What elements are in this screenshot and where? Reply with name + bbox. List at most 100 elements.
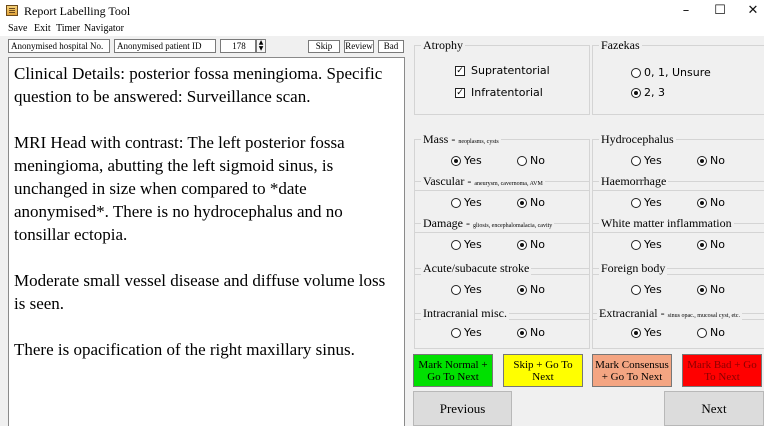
radio-icon (631, 284, 641, 295)
damage-sublabel: gliosis, encephalomalacia, cavity (472, 223, 553, 229)
checkbox-checked-icon: ✓ (455, 87, 465, 98)
fazekas-option-high[interactable]: 2, 3 (631, 86, 665, 99)
foreign-body-label: Foreign body (599, 261, 668, 276)
radio-icon (631, 155, 641, 166)
skip-button[interactable]: Skip (308, 40, 340, 53)
radio-selected-icon (697, 284, 707, 295)
skip-next-button[interactable]: Skip + Go To Next (503, 354, 583, 387)
stepper-down-icon[interactable]: ▼ (257, 46, 265, 52)
radio-selected-icon (631, 327, 641, 338)
radio-icon (451, 197, 461, 208)
close-button[interactable]: ✕ (733, 0, 764, 22)
radio-selected-icon (517, 239, 527, 250)
previous-button[interactable]: Previous (413, 391, 512, 426)
radio-selected-icon (517, 284, 527, 295)
vascular-yes-radio[interactable]: Yes (451, 196, 482, 209)
stroke-label: Acute/subacute stroke (421, 261, 532, 276)
intracranial-misc-no-radio[interactable]: No (517, 326, 545, 339)
no-label: No (530, 326, 545, 339)
yes-label: Yes (644, 238, 662, 251)
extracranial-no-radio[interactable]: No (697, 326, 725, 339)
menu-save[interactable]: Save (8, 22, 27, 36)
damage-yes-radio[interactable]: Yes (451, 238, 482, 251)
atrophy-label: Atrophy (421, 38, 465, 53)
yes-label: Yes (644, 154, 662, 167)
mass-sublabel: neoplasms, cysts (458, 139, 499, 145)
haemorrhage-no-radio[interactable]: No (697, 196, 725, 209)
hydrocephalus-no-radio[interactable]: No (697, 154, 725, 167)
yes-label: Yes (644, 326, 662, 339)
checkbox-checked-icon: ✓ (455, 65, 465, 76)
radio-selected-icon (697, 197, 707, 208)
radio-icon (631, 239, 641, 250)
patient-id-field[interactable]: Anonymised patient ID (114, 39, 216, 53)
radio-selected-icon (697, 239, 707, 250)
fazekas-option-label: 2, 3 (644, 86, 665, 99)
report-paragraph: MRI Head with contrast: The left posteri… (14, 133, 345, 244)
vascular-label: Vascular - (423, 174, 475, 188)
next-button[interactable]: Next (664, 391, 764, 426)
bad-button[interactable]: Bad (378, 40, 404, 53)
foreign-body-no-radio[interactable]: No (697, 283, 725, 296)
foreign-body-yes-radio[interactable]: Yes (631, 283, 662, 296)
mass-no-radio[interactable]: No (517, 154, 545, 167)
radio-icon (697, 327, 707, 338)
radio-icon (517, 155, 527, 166)
no-label: No (710, 283, 725, 296)
vascular-sublabel: aneurysm, cavernoma, AVM (474, 181, 543, 187)
stroke-yes-radio[interactable]: Yes (451, 283, 482, 296)
radio-icon (631, 197, 641, 208)
report-paragraph: There is opacification of the right maxi… (14, 340, 355, 359)
radio-selected-icon (697, 155, 707, 166)
radio-icon (451, 239, 461, 250)
intracranial-misc-group: Intracranial misc. Yes No (414, 306, 590, 349)
yes-label: Yes (464, 326, 482, 339)
wm-inflammation-no-radio[interactable]: No (697, 238, 725, 251)
yes-label: Yes (464, 283, 482, 296)
radio-icon (631, 67, 641, 78)
mark-consensus-next-button[interactable]: Mark Consensus + Go To Next (592, 354, 672, 387)
mark-bad-next-button[interactable]: Mark Bad + Go To Next (682, 354, 762, 387)
damage-no-radio[interactable]: No (517, 238, 545, 251)
intracranial-misc-yes-radio[interactable]: Yes (451, 326, 482, 339)
stroke-no-radio[interactable]: No (517, 283, 545, 296)
menu-navigator[interactable]: Navigator (84, 22, 124, 36)
yes-label: Yes (464, 154, 482, 167)
no-label: No (710, 238, 725, 251)
supratentorial-checkbox[interactable]: ✓ Supratentorial (455, 64, 550, 77)
vascular-no-radio[interactable]: No (517, 196, 545, 209)
mark-normal-next-button[interactable]: Mark Normal + Go To Next (413, 354, 493, 387)
report-text-area[interactable]: Clinical Details: posterior fossa mening… (8, 57, 405, 426)
no-label: No (710, 326, 725, 339)
title-bar: Report Labelling Tool – ☐ ✕ (0, 0, 764, 22)
supratentorial-label: Supratentorial (471, 64, 550, 77)
review-button[interactable]: Review (344, 40, 374, 53)
counter-stepper[interactable]: ▲ ▼ (256, 39, 266, 53)
no-label: No (530, 238, 545, 251)
infratentorial-checkbox[interactable]: ✓ Infratentorial (455, 86, 543, 99)
no-label: No (530, 154, 545, 167)
hydrocephalus-yes-radio[interactable]: Yes (631, 154, 662, 167)
window-title: Report Labelling Tool (24, 4, 131, 18)
hospital-number-field[interactable]: Anonymised hospital No. (8, 39, 110, 53)
radio-icon (451, 284, 461, 295)
menu-exit[interactable]: Exit (34, 22, 51, 36)
haemorrhage-label: Haemorrhage (599, 174, 669, 189)
extracranial-label: Extracranial - (599, 306, 668, 320)
no-label: No (530, 196, 545, 209)
radio-selected-icon (517, 327, 527, 338)
wm-inflammation-yes-radio[interactable]: Yes (631, 238, 662, 251)
mass-yes-radio[interactable]: Yes (451, 154, 482, 167)
white-matter-inflammation-label: White matter inflammation (599, 216, 734, 231)
haemorrhage-yes-radio[interactable]: Yes (631, 196, 662, 209)
app-icon (6, 5, 18, 16)
hydrocephalus-label: Hydrocephalus (599, 132, 676, 147)
yes-label: Yes (464, 196, 482, 209)
report-paragraph: Moderate small vessel disease and diffus… (14, 271, 386, 313)
report-counter-field[interactable]: 178 (220, 39, 256, 53)
mass-label: Mass - (423, 132, 459, 146)
menu-timer[interactable]: Timer (56, 22, 80, 36)
yes-label: Yes (644, 283, 662, 296)
fazekas-option-low[interactable]: 0, 1, Unsure (631, 66, 711, 79)
extracranial-yes-radio[interactable]: Yes (631, 326, 662, 339)
